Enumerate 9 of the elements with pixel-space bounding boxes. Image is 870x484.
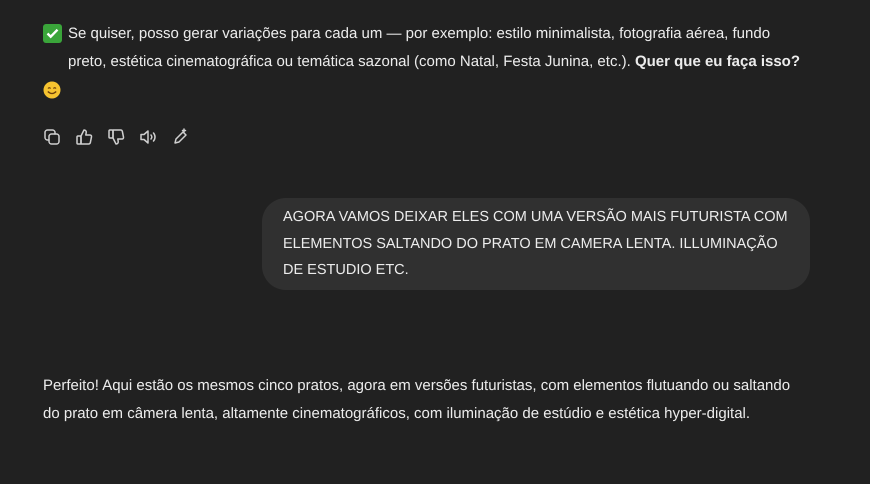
copy-button[interactable] <box>43 128 61 146</box>
thumbs-down-button[interactable] <box>107 128 125 146</box>
smiley-icon <box>43 81 61 100</box>
speaker-button[interactable] <box>139 128 157 146</box>
user-message: AGORA VAMOS DEIXAR ELES COM UMA VERSÃO MAIS FUTURISTA COM ELEMENTOS SALTANDO DO PRATO EM CAMERA LENTA. ILLUMINAÇÃO DE ESTUDIO ETC. <box>262 198 810 290</box>
check-mark-icon <box>43 24 62 43</box>
message-text: Se quiser, posso gerar variações para cada um — por exemplo: estilo minimalista, fotografia aérea, fundo preto, estética cinematográfica ou temática sazonal (como Natal, Festa Junina, etc.). Quer que eu faça isso? <box>68 24 802 72</box>
thumbs-up-button[interactable] <box>75 128 93 146</box>
message-text: Perfeito! Aqui estão os mesmos cinco pratos, agora em versões futuristas, com elementos flutuando ou saltando do prato em câmera lenta, altamente cinematográficos, com iluminação de estúdio e estética hyper-digital. <box>43 376 792 424</box>
